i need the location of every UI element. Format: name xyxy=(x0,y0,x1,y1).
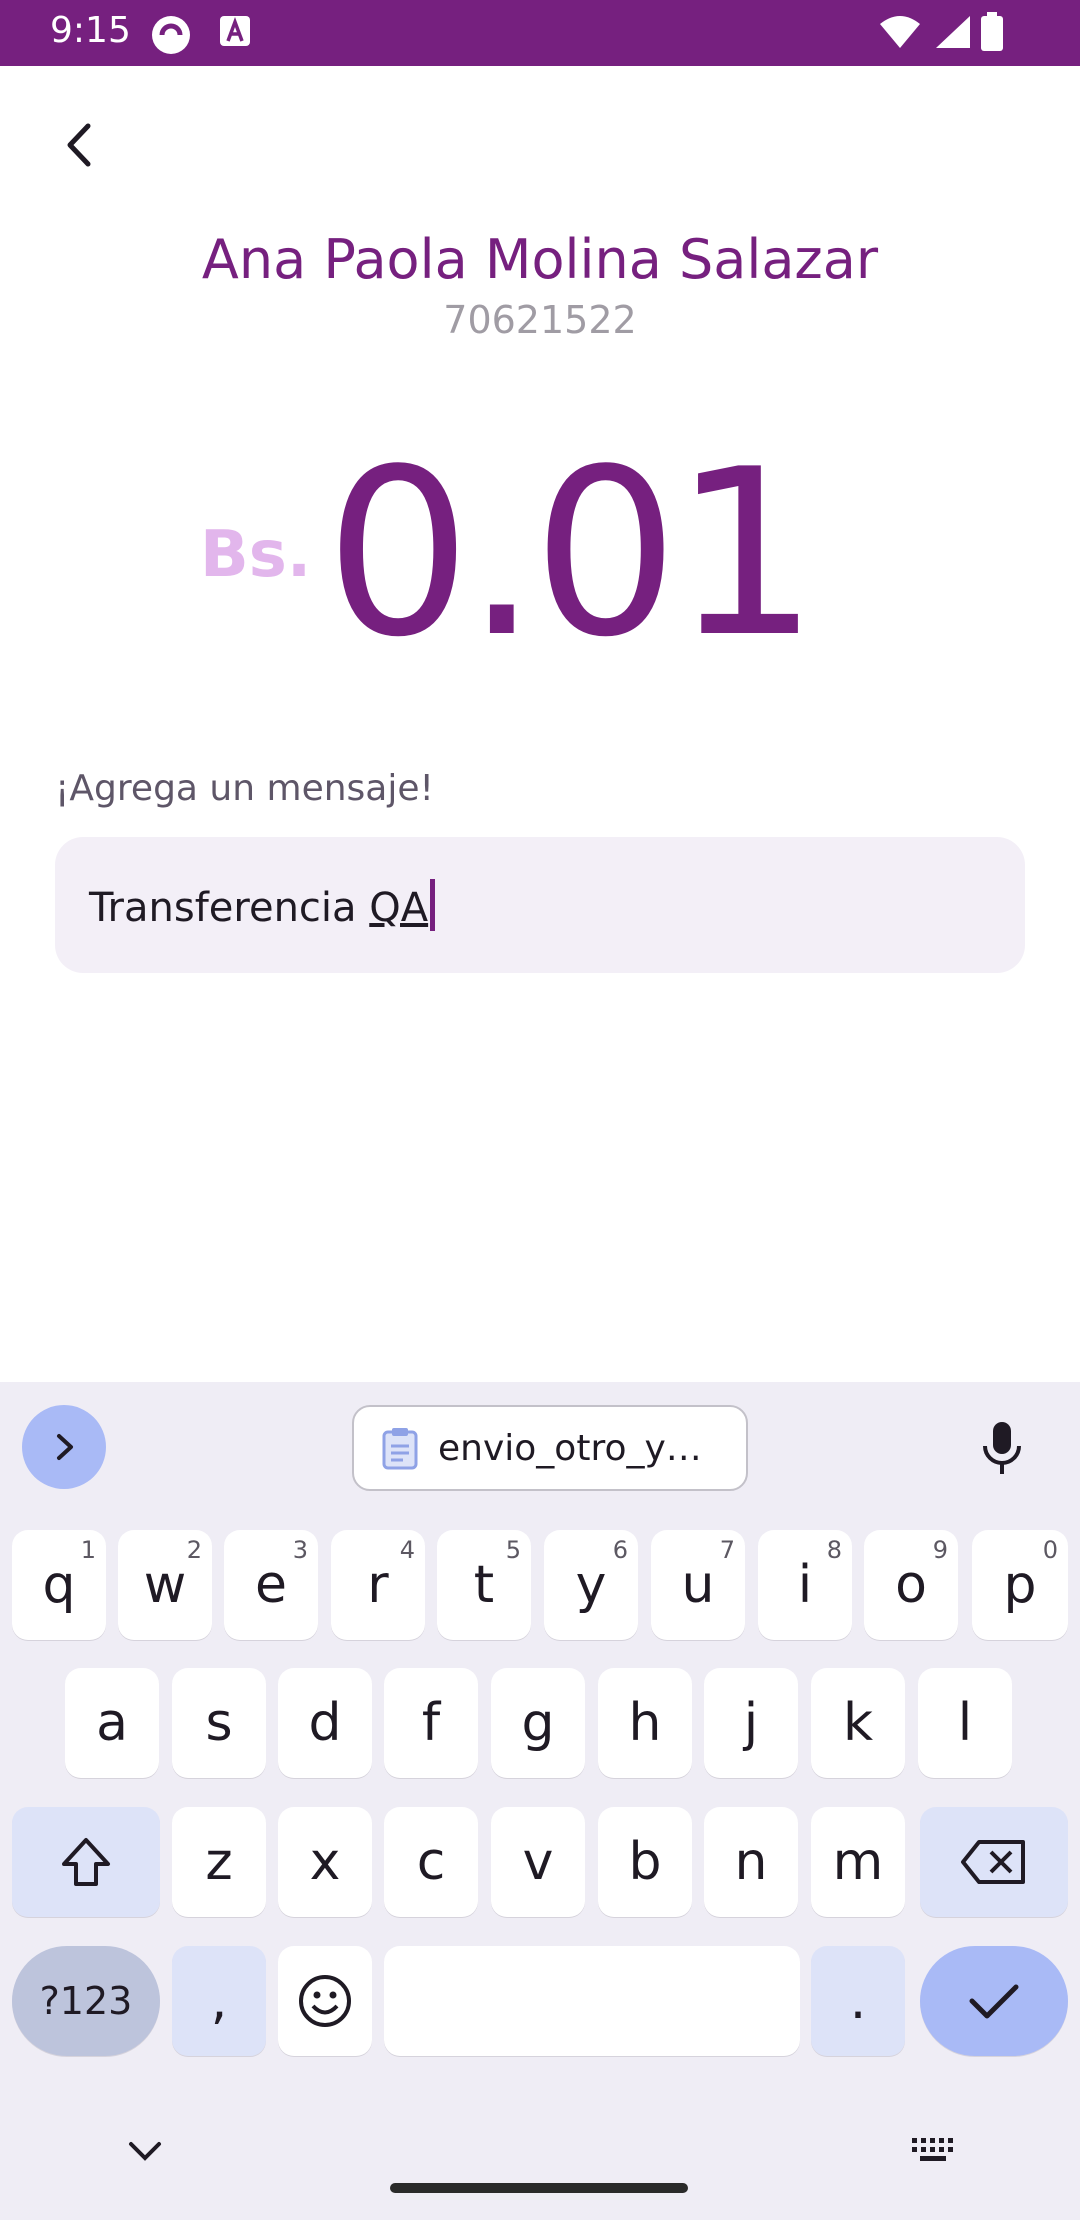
key-t[interactable]: t5 xyxy=(437,1530,531,1640)
key-i[interactable]: i8 xyxy=(758,1530,852,1640)
key-w[interactable]: w2 xyxy=(118,1530,212,1640)
key-n[interactable]: n xyxy=(704,1807,798,1917)
key-r[interactable]: r4 xyxy=(331,1530,425,1640)
emoji-key[interactable] xyxy=(278,1946,372,2056)
message-input[interactable]: Transferencia QA xyxy=(55,837,1025,973)
back-button[interactable] xyxy=(40,105,120,185)
chevron-left-icon xyxy=(67,123,91,167)
key-q[interactable]: q1 xyxy=(12,1530,106,1640)
soft-keyboard: envio_otro_y… q1 w2 e3 r4 t5 y6 u7 i8 o9… xyxy=(0,1382,1080,2220)
key-a[interactable]: a xyxy=(65,1668,159,1778)
key-h[interactable]: h xyxy=(598,1668,692,1778)
chevron-right-icon xyxy=(57,1434,73,1460)
message-label: ¡Agrega un mensaje! xyxy=(55,768,434,809)
backspace-key[interactable] xyxy=(920,1807,1068,1917)
translate-notification-icon xyxy=(218,14,252,53)
currency-label: Bs. xyxy=(200,518,312,592)
checkmark-icon xyxy=(969,1984,1019,2019)
key-e[interactable]: e3 xyxy=(224,1530,318,1640)
key-m[interactable]: m xyxy=(811,1807,905,1917)
hide-keyboard-button[interactable] xyxy=(125,2138,165,2169)
space-key[interactable] xyxy=(384,1946,800,2056)
recipient-name: Ana Paola Molina Salazar xyxy=(201,228,879,291)
done-key[interactable] xyxy=(920,1946,1068,2056)
status-time: 9:15 xyxy=(50,10,131,51)
signal-icon xyxy=(934,14,972,55)
key-y[interactable]: y6 xyxy=(544,1530,638,1640)
chevron-down-icon xyxy=(129,2142,161,2161)
comma-key[interactable]: , xyxy=(172,1946,266,2056)
key-l[interactable]: l xyxy=(918,1668,1012,1778)
shift-arrow-icon xyxy=(62,1838,110,1886)
key-x[interactable]: x xyxy=(278,1807,372,1917)
status-bar: 9:15 xyxy=(0,0,1080,66)
backspace-icon xyxy=(961,1840,1025,1884)
recipient-phone: 70621522 xyxy=(443,298,637,342)
clipboard-suggestion-text: envio_otro_y… xyxy=(438,1427,702,1469)
key-o[interactable]: o9 xyxy=(864,1530,958,1640)
key-f[interactable]: f xyxy=(384,1668,478,1778)
key-u[interactable]: u7 xyxy=(651,1530,745,1640)
clipboard-icon xyxy=(382,1428,418,1470)
shift-key[interactable] xyxy=(12,1807,160,1917)
key-c[interactable]: c xyxy=(384,1807,478,1917)
key-s[interactable]: s xyxy=(172,1668,266,1778)
clipboard-suggestion-chip[interactable]: envio_otro_y… xyxy=(352,1405,748,1491)
period-key[interactable]: . xyxy=(811,1946,905,2056)
symbols-key[interactable]: ?123 xyxy=(12,1946,160,2056)
key-j[interactable]: j xyxy=(704,1668,798,1778)
voice-input-button[interactable] xyxy=(980,1420,1024,1481)
message-input-text: Transferencia QA xyxy=(89,879,436,931)
home-gesture-bar[interactable] xyxy=(390,2183,688,2193)
text-cursor xyxy=(430,879,436,931)
wifi-icon xyxy=(878,14,922,55)
key-d[interactable]: d xyxy=(278,1668,372,1778)
battery-icon xyxy=(980,12,1004,57)
key-g[interactable]: g xyxy=(491,1668,585,1778)
microphone-icon xyxy=(983,1422,1021,1474)
keyboard-toolbar-expand-button[interactable] xyxy=(22,1405,106,1489)
key-k[interactable]: k xyxy=(811,1668,905,1778)
key-z[interactable]: z xyxy=(172,1807,266,1917)
key-b[interactable]: b xyxy=(598,1807,692,1917)
app-notification-icon xyxy=(150,14,192,61)
emoji-icon xyxy=(299,1975,351,2027)
keyboard-icon xyxy=(912,2138,953,2161)
key-v[interactable]: v xyxy=(491,1807,585,1917)
amount-value[interactable]: 0.01 xyxy=(325,440,819,670)
switch-keyboard-button[interactable] xyxy=(910,2136,956,2169)
key-p[interactable]: p0 xyxy=(972,1530,1068,1640)
